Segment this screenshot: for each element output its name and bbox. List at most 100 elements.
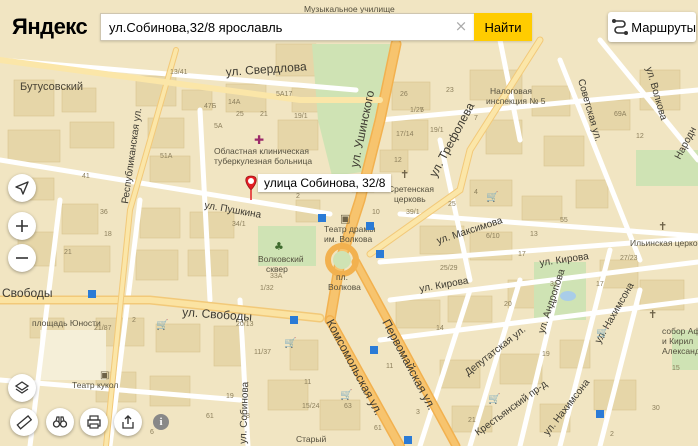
poi-square-line1: Волковский (258, 254, 304, 264)
clear-icon[interactable]: × (454, 19, 468, 34)
poi-volkova-square-line1: пл. (336, 272, 348, 282)
house-number: 20 (504, 301, 512, 308)
poi-stary: Старый (296, 434, 327, 444)
house-number: 17/14 (396, 131, 414, 138)
find-button[interactable]: Найти (474, 13, 532, 41)
hospital-cross-icon: ✚ (254, 133, 264, 147)
house-number: 15 (672, 365, 680, 372)
house-number: 13 (530, 231, 538, 238)
house-number: 25 (448, 201, 456, 208)
print-button[interactable] (80, 408, 108, 436)
house-number: 19 (226, 393, 234, 400)
poi-ilyinsky: Ильинская церковь (630, 238, 698, 248)
house-number: 25/29 (440, 265, 458, 272)
house-number: 12 (394, 157, 402, 164)
bus-stop-icon (596, 410, 604, 418)
info-icon[interactable]: i (153, 414, 169, 430)
park-tree-icon: ♣ (274, 240, 284, 253)
zoom-in-button[interactable] (8, 212, 36, 240)
house-number: 17 (596, 281, 604, 288)
street-svobody-left: Свободы (2, 286, 53, 300)
house-number: 36 (100, 209, 108, 216)
bus-stop-icon (404, 436, 412, 444)
printer-icon (87, 415, 101, 429)
house-number: 11/37 (254, 349, 271, 356)
house-number: 2 (610, 431, 614, 438)
house-number: 39/1 (406, 209, 420, 216)
house-number: 21 (64, 249, 72, 256)
yandex-logo[interactable]: Яндекс (12, 14, 88, 40)
poi-puppet-theatre: Театр кукол (72, 380, 118, 390)
house-number: 26 (400, 91, 408, 98)
routes-icon (608, 17, 631, 38)
search-input[interactable] (101, 14, 441, 40)
bus-stop-icon (88, 290, 96, 298)
shop-cart-icon: 🛒 (284, 336, 296, 349)
house-number: 11 (304, 379, 311, 386)
house-number: 34/1 (232, 221, 246, 228)
house-number: 1/32 (260, 285, 274, 292)
house-number: 3 (416, 409, 420, 416)
house-number: 51А (160, 153, 173, 160)
layers-button[interactable] (8, 374, 36, 402)
search-box: × (100, 13, 474, 41)
house-number: 19/1 (294, 113, 308, 120)
poi-hospital-line1: Областная клиническая (214, 146, 309, 156)
marker-label[interactable]: улица Собинова, 32/8 (258, 174, 392, 192)
poi-sobor-line1: собор Аф (662, 326, 698, 336)
house-number: 5А (214, 123, 223, 130)
house-number: 41 (82, 173, 90, 180)
poi-sobor-line2: и Кирил (662, 336, 693, 346)
poi-sobor-line3: Александр (662, 346, 698, 356)
house-number: 33А (270, 273, 283, 280)
bus-stop-icon (290, 316, 298, 324)
house-number: 21/87 (94, 325, 112, 332)
bus-stop-icon (318, 214, 326, 222)
house-number: 61 (374, 425, 382, 432)
house-number: 5 (420, 107, 424, 114)
house-number: 14 (436, 325, 444, 332)
house-number: 2 (132, 317, 136, 324)
theatre-icon: ▣ (100, 370, 109, 381)
poi-hospital-line2: туберкулезная больница (214, 156, 312, 166)
geolocation-button[interactable] (8, 174, 36, 202)
poi-tax-line2: инспекция № 5 (486, 96, 546, 106)
house-number: 11 (386, 363, 393, 370)
marker-pin-icon (248, 178, 254, 184)
house-number: 61 (206, 413, 214, 420)
share-icon (122, 415, 134, 429)
city-map[interactable]: ул. Свердлова ул. Ушинского ул. Трефолев… (0, 0, 698, 446)
poi-tax-line1: Налоговая (490, 86, 532, 96)
house-number: 47Б (204, 103, 217, 110)
poi-yunosti: площадь Юности (32, 318, 101, 328)
house-number: 2 (296, 193, 300, 200)
plus-icon (16, 220, 28, 232)
house-number: 6/10 (486, 233, 500, 240)
routes-button[interactable]: Маршруты (608, 12, 696, 42)
house-number: 8 (246, 413, 250, 420)
binoculars-icon (52, 416, 68, 428)
roundabout-center (333, 251, 351, 269)
house-number: 31 (550, 281, 558, 288)
house-number: 13/41 (170, 69, 188, 76)
top-bar: Яндекс × Найти Маршруты (0, 0, 698, 50)
house-number: 55 (560, 217, 568, 224)
house-number: 5А17 (276, 91, 292, 98)
share-button[interactable] (114, 408, 142, 436)
zoom-out-button[interactable] (8, 244, 36, 272)
ruler-button[interactable] (10, 408, 38, 436)
church-icon: ✝ (400, 168, 409, 181)
house-number: 20/13 (236, 321, 254, 328)
shop-cart-icon: 🛒 (340, 388, 352, 401)
house-number: 25 (236, 111, 244, 118)
shop-cart-icon: 🛒 (156, 318, 168, 331)
house-number: 63 (344, 403, 352, 410)
panorama-button[interactable] (46, 408, 74, 436)
theatre-icon: ▣ (340, 212, 350, 225)
house-number: 4 (474, 189, 478, 196)
house-number: 10 (372, 209, 380, 216)
poi-church-line1: Сретенская (388, 184, 434, 194)
church-icon: ✝ (658, 220, 667, 233)
house-number: 23 (446, 87, 454, 94)
bus-stop-icon (376, 250, 384, 258)
